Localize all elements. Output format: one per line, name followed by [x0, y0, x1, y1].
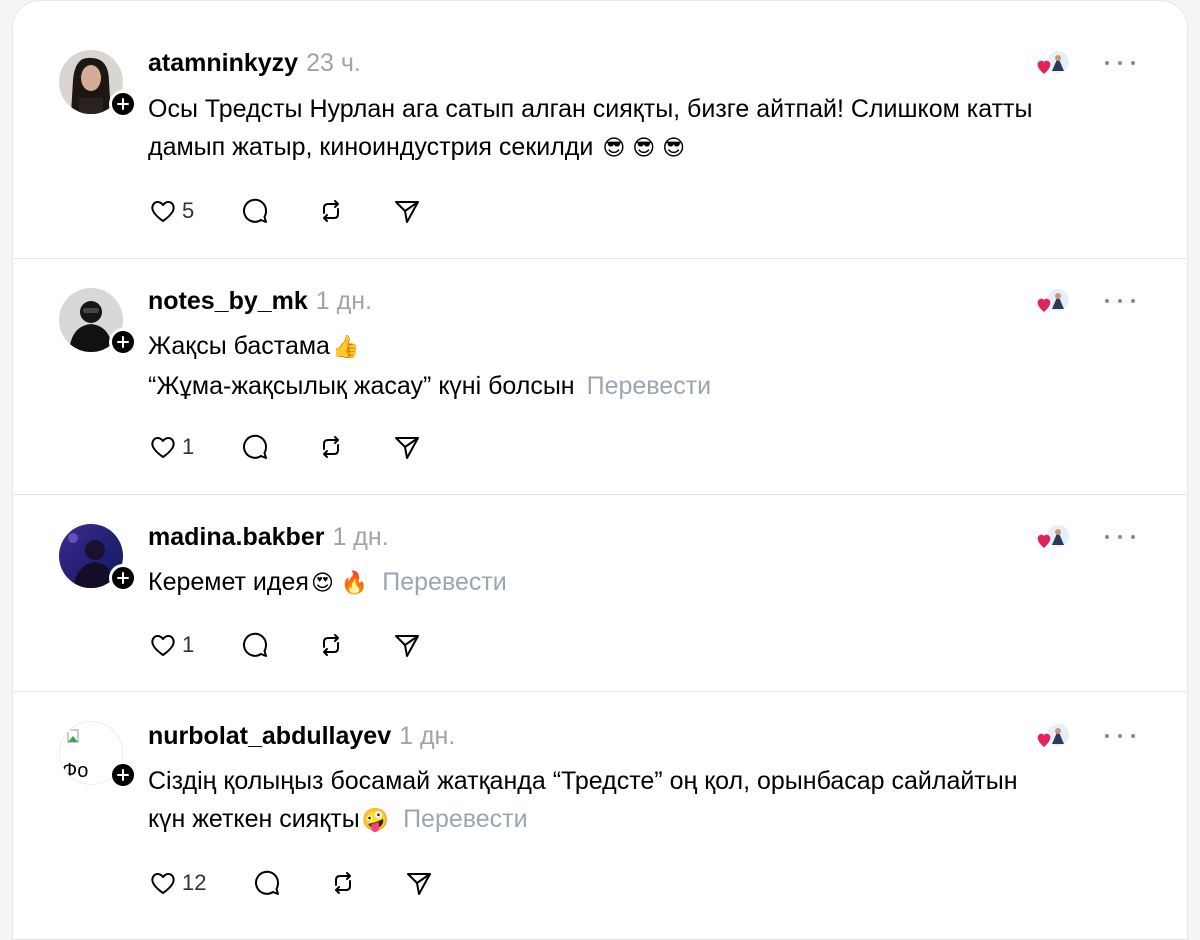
- share-button[interactable]: [392, 432, 422, 462]
- comment-icon: [255, 870, 280, 895]
- repost-button[interactable]: [316, 196, 346, 226]
- translate-link[interactable]: Перевести: [587, 372, 712, 400]
- post-text: Сіздің қолыңыз босамай жатқанда “Тредсте…: [148, 762, 1148, 840]
- timestamp[interactable]: 1 дн.: [399, 722, 455, 750]
- follow-plus-icon[interactable]: [109, 761, 137, 789]
- like-count: 1: [182, 434, 195, 459]
- repost-button[interactable]: [328, 868, 358, 898]
- more-options-icon[interactable]: [1105, 58, 1135, 68]
- post-header: notes_by_mk 1 дн.: [148, 286, 372, 316]
- emoji: 🤪: [361, 808, 390, 833]
- liked-by-author-icon: [1035, 521, 1071, 553]
- translate-link[interactable]: Перевести: [403, 805, 528, 833]
- liked-by-author-icon: [1035, 720, 1071, 752]
- like-button[interactable]: 12: [148, 868, 206, 898]
- share-button[interactable]: [392, 630, 422, 660]
- emoji: 👍: [331, 335, 360, 360]
- avatar[interactable]: Фо: [59, 721, 137, 789]
- send-icon: [395, 635, 420, 657]
- send-icon: [395, 437, 420, 459]
- more-options-icon[interactable]: [1105, 532, 1135, 542]
- post-line: “Жұма-жақсылық жасау” күні болсын: [148, 372, 575, 400]
- username[interactable]: nurbolat_abdullayev: [148, 722, 391, 750]
- repost-icon: [323, 200, 340, 222]
- heart-icon: [151, 201, 175, 222]
- follow-plus-icon[interactable]: [109, 90, 137, 118]
- like-button[interactable]: 1: [148, 432, 194, 462]
- avatar-alt-text: Фо: [62, 760, 89, 782]
- follow-plus-icon[interactable]: [109, 564, 137, 592]
- post-header: nurbolat_abdullayev 1 дн.: [148, 721, 455, 751]
- avatar[interactable]: [59, 524, 137, 592]
- threads-reply-list: atamninkyzy 23 ч. Осы Тредсты Нурлан ага …: [12, 0, 1188, 940]
- repost-icon: [335, 872, 352, 894]
- avatar[interactable]: [59, 288, 137, 356]
- avatar[interactable]: [59, 50, 137, 118]
- post-line-with-translate: күн жеткен сияқты🤪 Перевести: [148, 800, 1148, 840]
- post-actions: 1: [148, 430, 468, 464]
- post-line-with-translate: Керемет идея😍 🔥 Перевести: [148, 563, 1148, 603]
- comment-icon: [243, 198, 268, 223]
- comment-icon: [243, 434, 268, 459]
- post-text: Жақсы бастама👍 “Жұма-жақсылық жасау” күн…: [148, 327, 1148, 405]
- like-count: 12: [182, 870, 207, 895]
- heart-icon: [151, 873, 175, 894]
- repost-icon: [323, 634, 340, 656]
- repost-button[interactable]: [316, 432, 346, 462]
- like-count: 5: [182, 198, 195, 223]
- post-actions: 5: [148, 194, 468, 228]
- reply-button[interactable]: [252, 868, 282, 898]
- post-line: Жақсы бастама: [148, 332, 330, 360]
- username[interactable]: madina.bakber: [148, 523, 324, 551]
- more-options-icon[interactable]: [1105, 296, 1135, 306]
- repost-button[interactable]: [316, 630, 346, 660]
- repost-icon: [323, 436, 340, 458]
- post: Фо nurbolat_abdullayev 1 дн. Сіздің қолың…: [13, 692, 1187, 932]
- post-actions: 12: [148, 866, 480, 900]
- timestamp[interactable]: 23 ч.: [306, 49, 361, 77]
- share-button[interactable]: [404, 868, 434, 898]
- send-icon: [395, 201, 420, 223]
- heart-icon: [151, 635, 175, 656]
- post-actions: 1: [148, 628, 468, 662]
- reply-button[interactable]: [240, 432, 270, 462]
- post-line: Керемет идея: [148, 568, 309, 596]
- liked-by-author-icon: [1035, 285, 1071, 317]
- follow-plus-icon[interactable]: [109, 328, 137, 356]
- translate-link[interactable]: Перевести: [382, 568, 507, 596]
- post-line: Осы Тредсты Нурлан ага сатып алган сияқт…: [148, 95, 1033, 123]
- comment-icon: [243, 632, 268, 657]
- post: madina.bakber 1 дн. Керемет идея😍 🔥 Переве…: [13, 495, 1187, 692]
- emoji: 😎 😎 😎: [602, 136, 686, 161]
- emoji: 😍 🔥: [310, 571, 369, 596]
- post-header: madina.bakber 1 дн.: [148, 522, 389, 552]
- reply-button[interactable]: [240, 630, 270, 660]
- more-options-icon[interactable]: [1105, 731, 1135, 741]
- post-text: Осы Тредсты Нурлан ага сатып алган сияқт…: [148, 90, 1148, 168]
- timestamp[interactable]: 1 дн.: [316, 287, 372, 315]
- username[interactable]: notes_by_mk: [148, 287, 308, 315]
- timestamp[interactable]: 1 дн.: [332, 523, 388, 551]
- post: atamninkyzy 23 ч. Осы Тредсты Нурлан ага …: [13, 1, 1187, 259]
- like-button[interactable]: 5: [148, 196, 194, 226]
- like-count: 1: [182, 632, 195, 657]
- post-line-with-emoji: Жақсы бастама👍: [148, 327, 1148, 367]
- post-line: Сіздің қолыңыз босамай жатқанда “Тредсте…: [148, 767, 1018, 795]
- reply-button[interactable]: [240, 196, 270, 226]
- post-text: Керемет идея😍 🔥 Перевести: [148, 563, 1148, 603]
- like-button[interactable]: 1: [148, 630, 194, 660]
- heart-icon: [151, 437, 175, 458]
- liked-by-author-icon: [1035, 47, 1071, 79]
- username[interactable]: atamninkyzy: [148, 49, 298, 77]
- share-button[interactable]: [392, 196, 422, 226]
- post-line-with-emoji: дамып жатыр, киноиндустрия секилди 😎 😎 😎: [148, 128, 1148, 168]
- send-icon: [407, 873, 432, 895]
- post-line: дамып жатыр, киноиндустрия секилди: [148, 133, 594, 161]
- post-line: күн жеткен сияқты: [148, 805, 360, 833]
- post-line-with-translate: “Жұма-жақсылық жасау” күні болсын Перевес…: [148, 367, 1148, 405]
- post: notes_by_mk 1 дн. Жақсы бастама👍 “Жұма-жа…: [13, 259, 1187, 495]
- post-header: atamninkyzy 23 ч.: [148, 48, 361, 78]
